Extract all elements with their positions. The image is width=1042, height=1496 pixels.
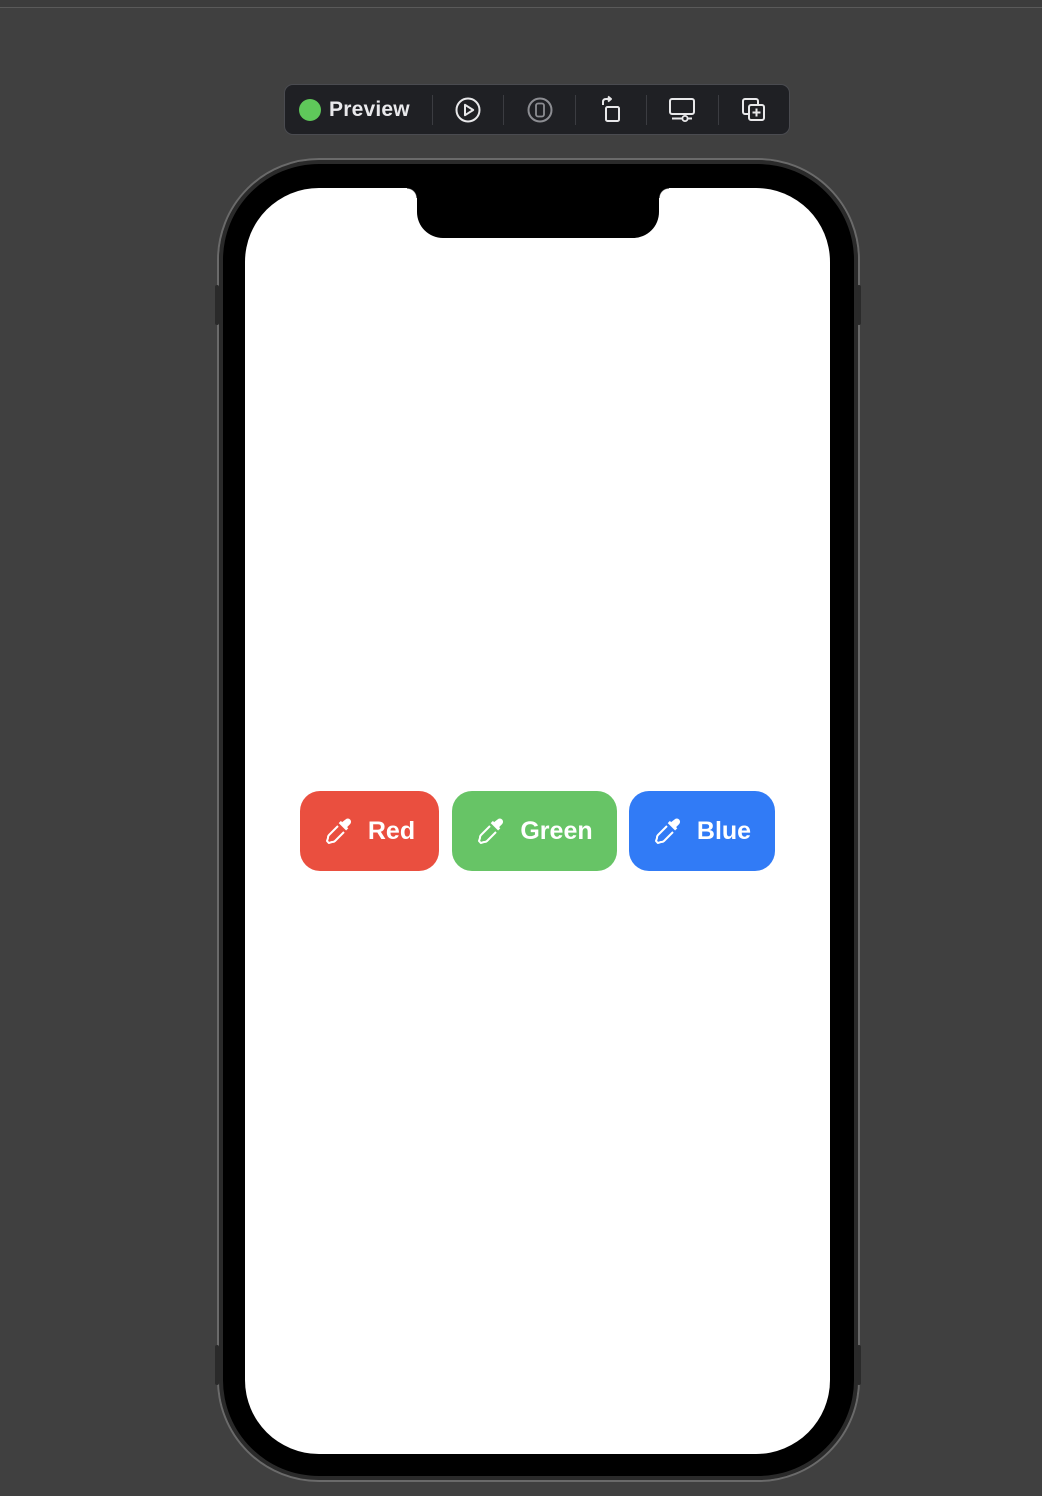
preview-status[interactable]: Preview — [285, 85, 432, 134]
eyedropper-icon — [653, 816, 683, 846]
device-screen: Red Green Blue — [245, 188, 830, 1454]
window-top-edge — [0, 0, 1042, 8]
rotate-icon — [601, 95, 620, 122]
green-button[interactable]: Green — [452, 791, 617, 871]
variants-button[interactable] — [647, 85, 717, 134]
display-settings-icon — [669, 97, 696, 122]
device-side-button — [215, 1345, 219, 1385]
green-button-label: Green — [520, 816, 593, 845]
duplicate-plus-icon — [741, 97, 765, 121]
status-indicator-dot — [299, 98, 321, 121]
device-icon — [527, 97, 553, 122]
device-side-button — [857, 1345, 861, 1385]
device-side-button — [857, 285, 861, 325]
eyedropper-icon — [476, 816, 506, 846]
device-notch — [407, 188, 669, 238]
device-side-button — [215, 285, 219, 325]
preview-label: Preview — [329, 97, 410, 121]
blue-button-label: Blue — [696, 816, 752, 845]
blue-button[interactable]: Blue — [629, 791, 775, 871]
preview-toolbar: Preview — [284, 84, 790, 135]
device-settings-button[interactable] — [504, 85, 574, 134]
play-circle-icon — [455, 97, 481, 122]
eyedropper-icon — [324, 816, 354, 846]
red-button-label: Red — [367, 816, 416, 845]
red-button[interactable]: Red — [300, 791, 439, 871]
rotate-button[interactable] — [576, 85, 646, 134]
live-preview-button[interactable] — [433, 85, 503, 134]
duplicate-button[interactable] — [719, 85, 789, 134]
